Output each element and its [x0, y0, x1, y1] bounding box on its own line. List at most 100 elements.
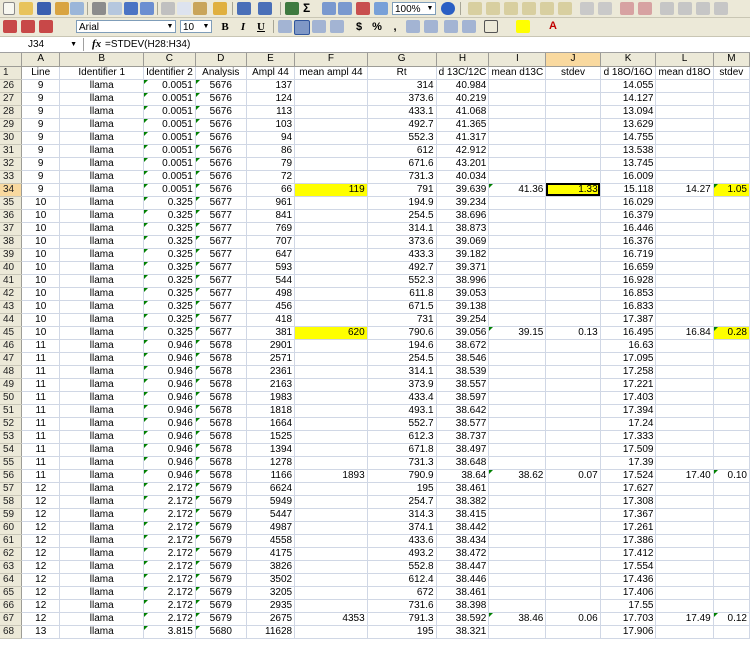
cell[interactable]: 17.258 [600, 365, 657, 379]
cell[interactable]: 16.928 [600, 274, 657, 288]
cell[interactable] [488, 443, 547, 457]
cell[interactable]: 314 [367, 79, 437, 93]
row-header[interactable]: 37 [0, 222, 22, 236]
cell[interactable]: 0.06 [545, 612, 601, 626]
cell[interactable]: 38.472 [436, 547, 490, 561]
cell[interactable] [294, 508, 368, 522]
cell[interactable]: llama [59, 495, 145, 509]
cell[interactable]: 0.325 [143, 209, 196, 223]
cell[interactable]: 17.24 [600, 417, 657, 431]
cell[interactable]: 16.659 [600, 261, 657, 275]
cell[interactable] [713, 235, 750, 249]
cell[interactable]: 39.056 [436, 326, 490, 340]
cell[interactable]: 11 [21, 378, 61, 392]
cell[interactable]: llama [59, 404, 145, 418]
cell[interactable]: 43.201 [436, 157, 490, 171]
cell[interactable]: 17.308 [600, 495, 657, 509]
cell[interactable] [545, 560, 601, 574]
header-cell[interactable]: Rt [367, 66, 437, 80]
cell[interactable] [655, 300, 714, 314]
cell[interactable]: 314.1 [367, 222, 437, 236]
cell[interactable] [488, 287, 547, 301]
row-header[interactable]: 50 [0, 391, 22, 405]
row-header[interactable]: 26 [0, 79, 22, 93]
cell[interactable]: 11 [21, 391, 61, 405]
cell[interactable]: 5676 [195, 92, 247, 106]
cell[interactable]: 9 [21, 170, 61, 184]
cell[interactable]: 11 [21, 443, 61, 457]
cell[interactable]: 38.557 [436, 378, 490, 392]
autosum-icon[interactable]: Σ [303, 2, 317, 15]
cell[interactable]: 791 [367, 183, 437, 197]
cell[interactable] [488, 92, 547, 106]
cell[interactable]: 5447 [246, 508, 296, 522]
cell[interactable] [488, 508, 547, 522]
cell[interactable] [294, 495, 368, 509]
cell[interactable]: 544 [246, 274, 296, 288]
cell[interactable]: llama [59, 417, 145, 431]
cell[interactable]: llama [59, 105, 145, 119]
cell[interactable]: 12 [21, 534, 61, 548]
cell[interactable]: llama [59, 430, 145, 444]
cell[interactable]: 10 [21, 300, 61, 314]
pdf-icon[interactable] [3, 20, 17, 33]
cell[interactable]: 373.6 [367, 235, 437, 249]
cell[interactable]: 119 [294, 183, 368, 197]
cell[interactable]: 17.412 [600, 547, 657, 561]
cell[interactable]: 10 [21, 222, 61, 236]
cell[interactable]: 5679 [195, 534, 247, 548]
cell[interactable]: 124 [246, 92, 296, 106]
cell[interactable]: 0.946 [143, 443, 196, 457]
cell[interactable]: 0.946 [143, 404, 196, 418]
cell[interactable]: 612.3 [367, 430, 437, 444]
cell[interactable] [713, 404, 750, 418]
cell[interactable]: 41.068 [436, 105, 490, 119]
cell[interactable]: 39.371 [436, 261, 490, 275]
cell[interactable]: 2163 [246, 378, 296, 392]
cell[interactable]: llama [59, 313, 145, 327]
cell[interactable]: 41.36 [488, 183, 547, 197]
cell[interactable] [488, 365, 547, 379]
cell[interactable] [294, 170, 368, 184]
cell[interactable] [545, 274, 601, 288]
cell[interactable] [713, 196, 750, 210]
cell[interactable] [294, 456, 368, 470]
cell[interactable]: 12 [21, 560, 61, 574]
cell[interactable] [655, 261, 714, 275]
cell[interactable]: 1664 [246, 417, 296, 431]
cell[interactable]: 38.996 [436, 274, 490, 288]
cell[interactable]: llama [59, 196, 145, 210]
cell[interactable]: 5676 [195, 105, 247, 119]
row-header[interactable]: 46 [0, 339, 22, 353]
cell[interactable] [488, 300, 547, 314]
cell[interactable]: llama [59, 625, 145, 639]
cell[interactable] [294, 534, 368, 548]
cell[interactable] [545, 92, 601, 106]
font-color-icon[interactable]: A [546, 20, 560, 33]
cell[interactable]: 194.9 [367, 196, 437, 210]
cell[interactable] [655, 521, 714, 535]
cell[interactable] [545, 508, 601, 522]
cell[interactable] [655, 287, 714, 301]
cell[interactable]: 0.0051 [143, 79, 196, 93]
cell[interactable]: 5678 [195, 430, 247, 444]
cell[interactable] [488, 118, 547, 132]
cell[interactable] [488, 313, 547, 327]
cell[interactable]: llama [59, 560, 145, 574]
cell[interactable]: llama [59, 144, 145, 158]
cell[interactable]: 493.1 [367, 404, 437, 418]
cell[interactable] [294, 352, 368, 366]
increase-indent-icon[interactable] [462, 20, 476, 33]
cell[interactable] [545, 261, 601, 275]
header-cell[interactable]: Ampl 44 [246, 66, 296, 80]
cell[interactable] [294, 378, 368, 392]
header-cell[interactable]: d 13C/12C [436, 66, 490, 80]
cell[interactable]: 0.946 [143, 469, 196, 483]
cell[interactable]: 38.873 [436, 222, 490, 236]
row-header[interactable]: 27 [0, 92, 22, 106]
cell[interactable]: llama [59, 326, 145, 340]
cell[interactable]: 12 [21, 508, 61, 522]
cell[interactable]: 11628 [246, 625, 296, 639]
cell[interactable]: 38.447 [436, 560, 490, 574]
cell[interactable]: 374.1 [367, 521, 437, 535]
